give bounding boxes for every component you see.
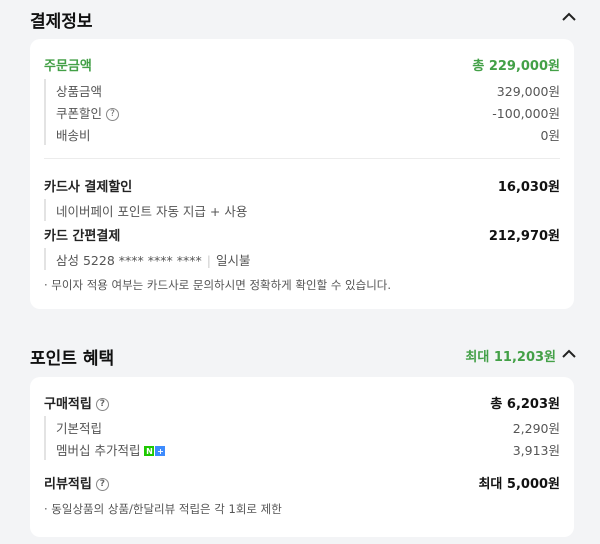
purchase-points-value: 총 6,203원 — [490, 396, 560, 412]
points-max-value: 최대 11,203원 — [465, 350, 556, 365]
membership-points-value: 3,913원 — [512, 442, 560, 458]
payment-section-header[interactable]: 결제정보 — [0, 0, 600, 36]
chevron-up-icon[interactable] — [562, 349, 576, 359]
installment-type: 일시불 — [215, 252, 251, 268]
payment-section-title: 결제정보 — [30, 12, 93, 32]
points-section-header[interactable]: 포인트 혜택 최대 11,203원 — [0, 340, 600, 370]
shipping-fee-row: 배송비 0원 — [56, 123, 560, 145]
review-points-label: 리뷰적립 — [44, 476, 92, 492]
review-points-value: 최대 5,000원 — [478, 476, 560, 492]
points-section-title: 포인트 혜택 — [30, 349, 115, 369]
card-discount-detail-text: 네이버페이 포인트 자동 지급 + 사용 — [56, 203, 248, 219]
purchase-points-breakdown: 기본적립 2,290원 멤버십 추가적립 N + 3,913원 — [44, 416, 560, 460]
product-amount-row: 상품금액 329,000원 — [56, 79, 560, 101]
membership-points-row: 멤버십 추가적립 N + 3,913원 — [56, 438, 560, 460]
coupon-discount-row: 쿠폰할인? -100,000원 — [56, 101, 560, 123]
basic-points-label: 기본적립 — [56, 420, 103, 436]
card-discount-row: 카드사 결제할인 16,030원 — [44, 174, 560, 196]
interest-free-notice: · 무이자 적용 여부는 카드사로 문의하시면 정확하게 확인할 수 있습니다. — [44, 278, 392, 292]
shipping-fee-value: 0원 — [540, 127, 560, 143]
easy-pay-row: 카드 간편결제 212,970원 — [44, 223, 560, 245]
easy-pay-value: 212,970원 — [488, 228, 560, 244]
shipping-fee-label: 배송비 — [56, 127, 91, 143]
card-number: 삼성 5228 **** **** **** — [56, 252, 202, 268]
review-points-row: 리뷰적립? 최대 5,000원 — [44, 471, 560, 493]
question-circle-icon[interactable]: ? — [106, 107, 120, 121]
order-amount-row: 주문금액 총 229,000원 — [44, 53, 560, 75]
purchase-points-label: 구매적립 — [44, 396, 92, 412]
review-points-notice: · 동일상품의 상품/한달리뷰 적립은 각 1회로 제한 — [44, 502, 282, 516]
payment-card: 주문금액 총 229,000원 상품금액 329,000원 쿠폰할인? -100… — [30, 39, 574, 309]
basic-points-value: 2,290원 — [512, 420, 560, 436]
basic-points-row: 기본적립 2,290원 — [56, 416, 560, 438]
chevron-up-icon[interactable] — [562, 12, 576, 22]
naver-plus-badge-icon: N + — [144, 446, 166, 456]
card-discount-detail: 네이버페이 포인트 자동 지급 + 사용 — [44, 199, 560, 221]
product-amount-label: 상품금액 — [56, 83, 103, 99]
order-amount-label: 주문금액 — [44, 58, 92, 74]
coupon-discount-label: 쿠폰할인 — [56, 105, 103, 121]
coupon-discount-value: -100,000원 — [492, 105, 560, 121]
easy-pay-label: 카드 간편결제 — [44, 228, 121, 244]
card-info: 삼성 5228 **** **** **** | 일시불 — [44, 248, 560, 270]
membership-points-label: 멤버십 추가적립 — [56, 442, 141, 458]
question-circle-icon[interactable]: ? — [95, 397, 109, 411]
divider — [44, 158, 560, 159]
question-circle-icon[interactable]: ? — [95, 477, 109, 491]
product-amount-value: 329,000원 — [496, 83, 560, 99]
order-amount-value: 총 229,000원 — [472, 58, 560, 74]
order-breakdown: 상품금액 329,000원 쿠폰할인? -100,000원 배송비 0원 — [44, 79, 560, 145]
points-card: 구매적립? 총 6,203원 기본적립 2,290원 멤버십 추가적립 N + 3,… — [30, 377, 574, 537]
card-discount-label: 카드사 결제할인 — [44, 179, 133, 195]
card-discount-value: 16,030원 — [497, 179, 560, 195]
purchase-points-row: 구매적립? 총 6,203원 — [44, 391, 560, 413]
